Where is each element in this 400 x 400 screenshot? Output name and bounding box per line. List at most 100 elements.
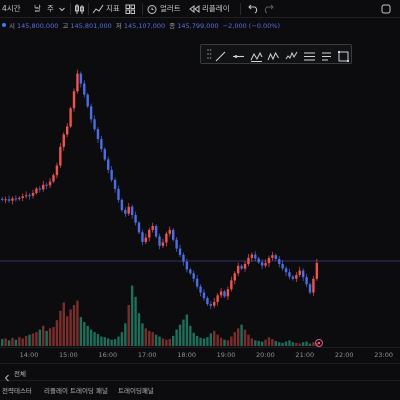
candle	[206, 296, 209, 306]
candle	[315, 259, 319, 281]
layout-grid-icon[interactable]	[125, 2, 136, 16]
volume-bar	[117, 336, 120, 346]
candle	[4, 196, 7, 204]
candle	[144, 233, 148, 245]
time-axis-label: 15:00	[59, 351, 78, 359]
candle-body	[312, 278, 315, 293]
replay-icon[interactable]	[188, 2, 200, 16]
candle-body	[295, 274, 298, 279]
candle-body	[11, 198, 14, 201]
redo-icon[interactable]	[264, 2, 276, 16]
candle	[308, 282, 312, 295]
candle-body	[7, 199, 11, 201]
text-note-icon[interactable]	[320, 48, 333, 61]
volume-bar	[93, 332, 96, 346]
volume-bar	[113, 339, 117, 346]
candle-body	[165, 233, 168, 243]
volume-bar	[175, 329, 178, 346]
rectangle-tool-icon[interactable]	[337, 48, 350, 62]
elliott-wave-icon[interactable]	[285, 48, 298, 61]
time-axis-label: 23:00	[374, 351, 393, 359]
candle-body	[250, 254, 254, 258]
fib-retracement-icon[interactable]	[303, 48, 316, 61]
volume-bar	[284, 341, 288, 346]
candle	[185, 258, 189, 273]
candle-body	[134, 215, 137, 223]
candle	[199, 284, 202, 297]
volume-bar	[247, 334, 250, 346]
candle-body	[226, 289, 230, 297]
candle	[21, 193, 24, 202]
candle-body	[260, 262, 264, 266]
candle-body	[278, 259, 281, 264]
interval-dropdown-icon[interactable]	[58, 2, 66, 16]
volume-bar	[103, 337, 106, 346]
candle-body	[144, 237, 148, 242]
volume-bar	[236, 328, 240, 346]
day-interval-button[interactable]: 날	[34, 2, 41, 16]
candle-body	[107, 159, 110, 170]
volume-bar	[216, 334, 219, 346]
candle	[127, 202, 130, 216]
candle	[59, 142, 62, 168]
volume-bar	[52, 327, 55, 346]
candle	[240, 264, 243, 271]
undo-icon[interactable]	[246, 2, 258, 16]
trend-line-icon[interactable]	[214, 48, 227, 62]
candle-body	[89, 106, 93, 120]
candle	[267, 255, 271, 267]
candle	[154, 224, 158, 239]
volume-bar	[31, 333, 35, 346]
tab-all[interactable]: 전체	[14, 368, 26, 378]
bottom-tab[interactable]: 트레이딩패널	[118, 385, 154, 395]
candle-body	[175, 239, 178, 249]
volume-bar	[154, 334, 158, 346]
candle-body	[223, 291, 226, 297]
candle	[45, 182, 48, 190]
candle-body	[291, 276, 295, 279]
pattern-tool-icon[interactable]	[250, 48, 263, 62]
volume-bar	[250, 338, 254, 346]
candle-body	[233, 273, 236, 281]
candle	[96, 127, 100, 143]
candle-body	[257, 258, 260, 263]
candle-body	[230, 280, 233, 290]
week-interval-button[interactable]: 주	[47, 2, 54, 16]
wave-pattern-icon[interactable]	[267, 48, 280, 61]
candle-body	[130, 206, 134, 215]
candle	[38, 185, 42, 193]
candle-body	[65, 126, 69, 135]
candle-type-icon[interactable]	[74, 2, 85, 16]
volume-bar	[288, 340, 291, 346]
bottom-tab[interactable]: 전략테스터	[2, 385, 32, 395]
volume-bar	[257, 340, 260, 346]
candle	[230, 276, 233, 292]
horizontal-ray-icon[interactable]	[232, 48, 245, 61]
replay-button[interactable]: 리플레이	[202, 2, 230, 16]
candle	[151, 222, 154, 233]
candle-body	[83, 83, 86, 95]
volume-bar	[35, 332, 38, 346]
interval-selector[interactable]: 4시간	[2, 2, 21, 16]
fullscreen-icon[interactable]	[380, 2, 392, 16]
candle	[226, 286, 230, 300]
indicators-icon[interactable]	[92, 2, 104, 16]
candle	[137, 221, 141, 234]
volume-bar	[48, 328, 52, 346]
volume-bar	[1, 339, 4, 346]
volume-bar	[55, 320, 59, 346]
candlesticks	[1, 69, 319, 310]
indicators-button[interactable]: 지표	[106, 2, 120, 16]
time-axis[interactable]: 14:00 15:00 16:00 17:00 18:00 19:00 20:00 21:00…	[0, 347, 400, 361]
candle	[1, 197, 4, 202]
alarm-clock-icon[interactable]	[146, 2, 158, 16]
bottom-tab[interactable]: 리플레이 트레이딩 패널	[44, 385, 108, 395]
candle	[182, 252, 185, 266]
candle	[7, 195, 11, 203]
alert-button[interactable]: 얼러트	[160, 2, 181, 16]
candle	[83, 80, 86, 98]
volume-bar	[62, 302, 65, 346]
volume-bar	[28, 334, 31, 346]
open-label: 시	[9, 22, 15, 30]
volume-bar	[264, 339, 267, 346]
